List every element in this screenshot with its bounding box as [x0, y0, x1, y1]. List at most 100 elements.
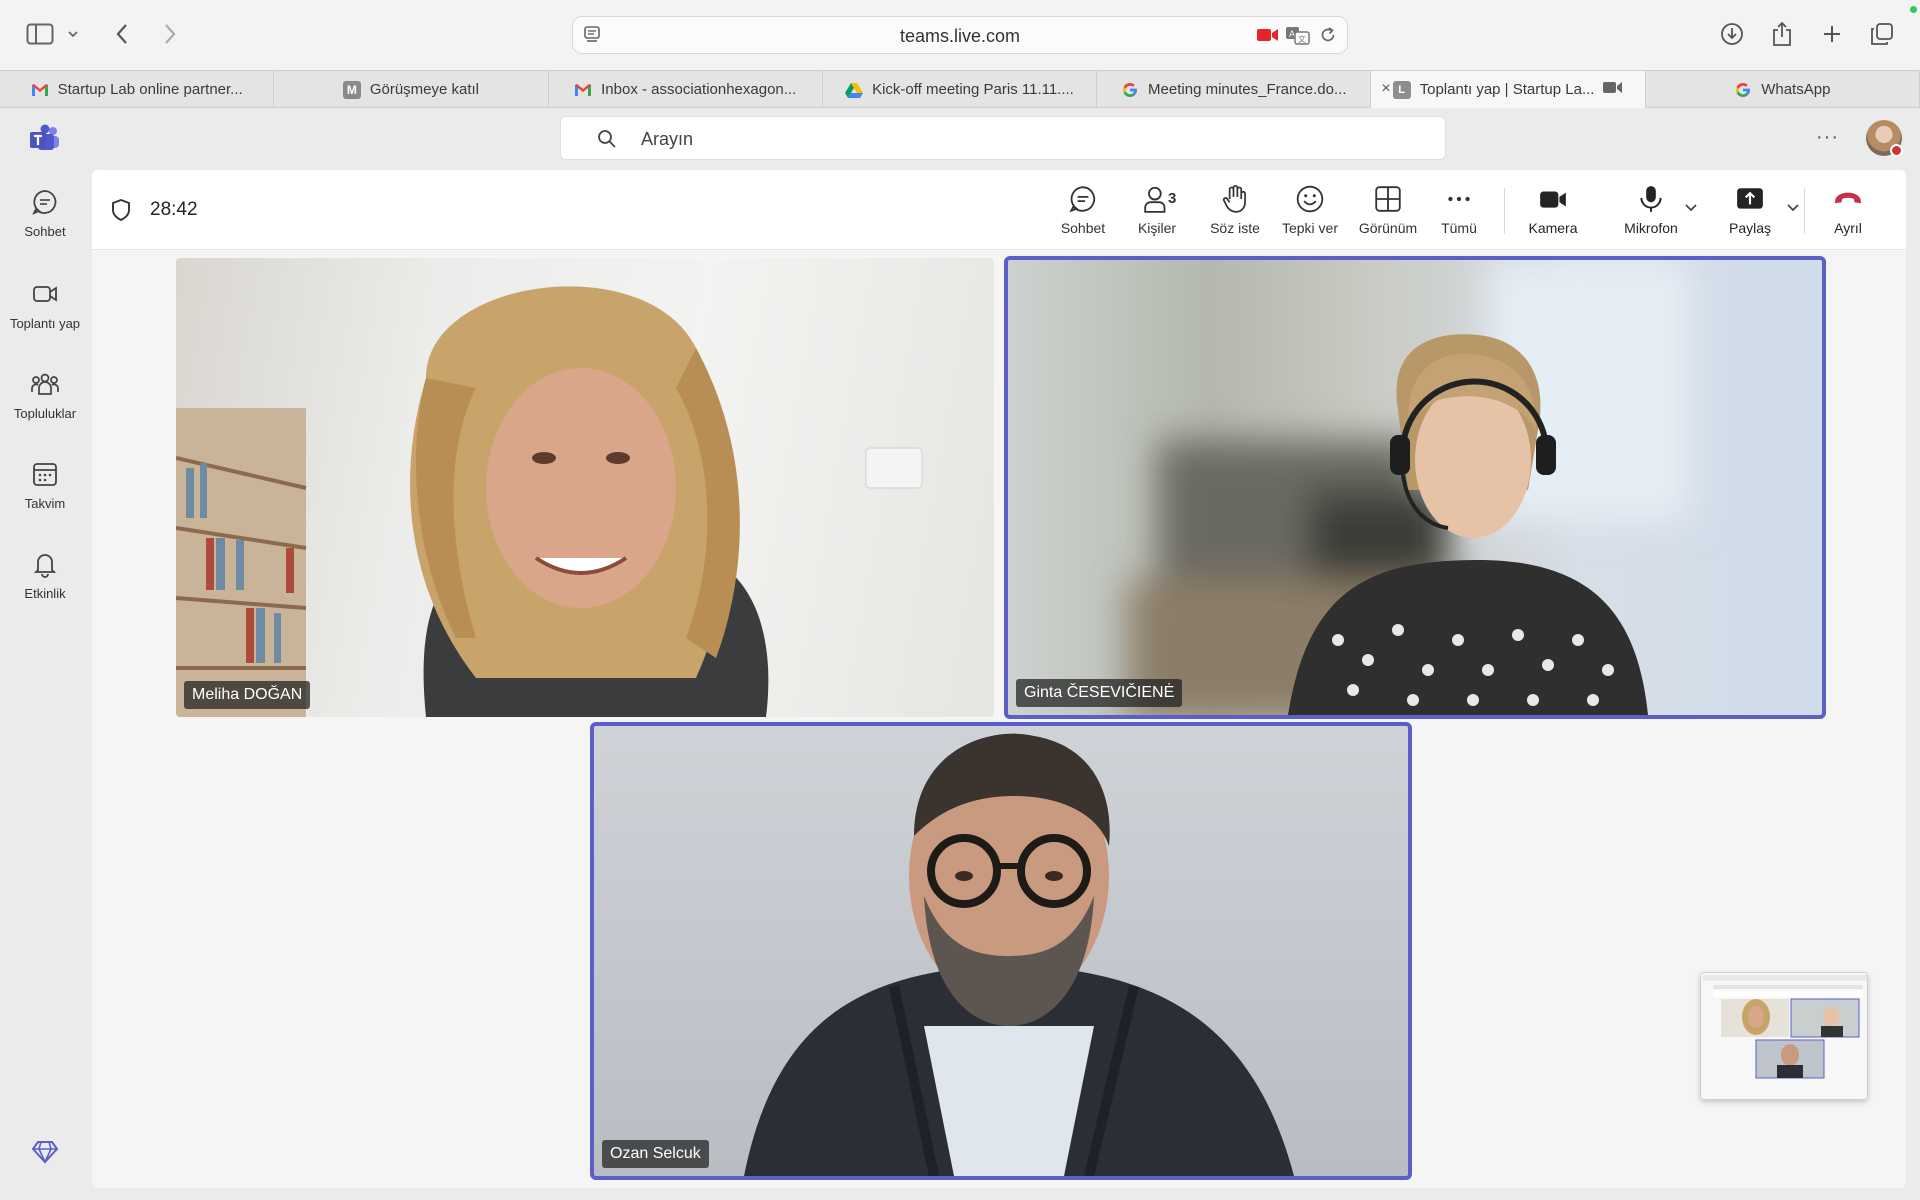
tab-whatsapp[interactable]: WhatsApp: [1646, 71, 1920, 108]
hang-up-icon: [1835, 192, 1861, 204]
teams-app: Sohbet Toplantı yap Topluluklar Takvim E…: [0, 108, 1920, 1200]
l-icon: L: [1392, 80, 1411, 99]
back-icon[interactable]: [106, 18, 138, 50]
participant-video-frame: [744, 733, 1294, 1176]
self-view-thumbnail[interactable]: [1700, 972, 1868, 1100]
microphone-label: Mikrofon: [1624, 220, 1678, 236]
gmail-icon: [31, 81, 49, 99]
leave-button[interactable]: Ayrıl: [1818, 184, 1878, 236]
camera-label: Kamera: [1528, 220, 1578, 236]
meeting-controls-bar: 28:42 Sohbet 3 Kişiler Söz iste Tepki ve…: [92, 170, 1906, 250]
rail-chat-label: Sohbet: [24, 224, 66, 239]
tab-teams-meeting[interactable]: × L Toplantı yap | Startup La...: [1371, 71, 1646, 108]
tab-startup-lab[interactable]: Startup Lab online partner...: [0, 71, 275, 108]
calendar-icon: [33, 463, 57, 486]
participant-name: Ginta ČESEVIČIENĖ: [1016, 679, 1183, 707]
participant-name: Ozan Selcuk: [602, 1140, 709, 1168]
more-options-button[interactable]: ···: [1816, 126, 1839, 149]
camera-in-use-icon: [1603, 81, 1623, 98]
bell-icon: [33, 554, 57, 578]
raise-hand-label: Söz iste: [1210, 220, 1260, 236]
react-label: Tepki ver: [1281, 220, 1339, 236]
participant-video-frame: [176, 286, 923, 717]
more-label: Tümü: [1441, 220, 1477, 236]
people-label: Kişiler: [1137, 220, 1177, 236]
chat-button[interactable]: Sohbet: [1052, 184, 1114, 236]
share-button[interactable]: Paylaş: [1718, 184, 1782, 236]
rail-communities[interactable]: Topluluklar: [0, 370, 90, 421]
status-badge: [1890, 144, 1903, 157]
forward-icon[interactable]: [154, 18, 186, 50]
google-icon: [1121, 81, 1139, 99]
translate-icon[interactable]: A文: [1285, 26, 1311, 51]
people-button[interactable]: 3 Kişiler: [1126, 184, 1188, 236]
tab-inbox[interactable]: Inbox - associationhexagon...: [549, 71, 823, 108]
recording-indicator: [1910, 6, 1917, 13]
tab-label: Inbox - associationhexagon...: [601, 81, 797, 98]
react-button[interactable]: Tepki ver: [1270, 184, 1350, 236]
divider: [1504, 188, 1505, 234]
camera-button[interactable]: Kamera: [1520, 184, 1586, 236]
smiley-icon: [1296, 185, 1324, 213]
participant-name: Meliha DOĞAN: [184, 681, 311, 709]
participant-video-tile[interactable]: Meliha DOĞAN: [176, 258, 994, 717]
chat-icon: [1069, 186, 1096, 213]
tab-join-meeting[interactable]: M Görüşmeye katıl: [274, 71, 549, 108]
tab-bar: Startup Lab online partner... M Görüşmey…: [0, 70, 1920, 108]
gmail-icon: [574, 81, 592, 99]
more-icon: [1448, 196, 1470, 202]
share-icon[interactable]: [1766, 18, 1798, 50]
browser-toolbar: teams.live.com A文: [0, 0, 1920, 70]
raise-hand-button[interactable]: Söz iste: [1198, 184, 1272, 236]
participant-video-tile[interactable]: Ozan Selcuk: [590, 722, 1412, 1180]
tab-overview-icon[interactable]: [1866, 18, 1898, 50]
teams-logo-icon: [30, 124, 60, 157]
tab-label: Görüşmeye katıl: [369, 81, 480, 98]
app-rail: Sohbet Toplantı yap Topluluklar Takvim E…: [0, 108, 90, 1200]
leave-label: Ayrıl: [1834, 220, 1862, 236]
download-icon[interactable]: [1716, 18, 1748, 50]
rail-activity[interactable]: Etkinlik: [0, 550, 90, 601]
search-box[interactable]: Arayın: [560, 116, 1446, 160]
participant-video-frame: [1128, 260, 1688, 715]
rail-meet[interactable]: Toplantı yap: [0, 280, 90, 331]
close-tab-icon[interactable]: ×: [1381, 80, 1390, 98]
more-button[interactable]: Tümü: [1430, 184, 1488, 236]
premium-diamond-icon[interactable]: [31, 1140, 59, 1169]
grid-view-icon: [1375, 186, 1401, 212]
meeting-stage: 28:42 Sohbet 3 Kişiler Söz iste Tepki ve…: [92, 170, 1906, 1188]
rail-chat[interactable]: Sohbet: [0, 188, 90, 239]
shield-icon[interactable]: [110, 198, 132, 227]
participant-video-tile[interactable]: Ginta ČESEVIČIENĖ: [1004, 256, 1826, 719]
sidebar-toggle-icon[interactable]: [24, 18, 56, 50]
hand-icon: [1222, 184, 1246, 213]
address-bar[interactable]: teams.live.com A文: [572, 16, 1348, 54]
rail-calendar[interactable]: Takvim: [0, 460, 90, 511]
reload-icon[interactable]: [1319, 26, 1337, 49]
chat-icon: [32, 190, 57, 215]
rail-meet-label: Toplantı yap: [9, 316, 81, 331]
camera-options-chevron-icon[interactable]: [1684, 200, 1698, 218]
tab-label: Toplantı yap | Startup La...: [1419, 81, 1595, 98]
tab-label: Meeting minutes_France.do...: [1148, 81, 1347, 98]
people-count: 3: [1168, 190, 1177, 207]
camera-recording-icon[interactable]: [1257, 28, 1279, 47]
tab-label: Startup Lab online partner...: [57, 81, 243, 98]
chevron-down-icon[interactable]: [62, 18, 84, 50]
self-view-frame: [1701, 973, 1867, 1099]
rail-activity-label: Etkinlik: [24, 586, 66, 601]
microphone-options-chevron-icon[interactable]: [1786, 200, 1800, 218]
tab-label: Kick-off meeting Paris 11.11....: [872, 81, 1074, 98]
tab-meeting-minutes[interactable]: Meeting minutes_France.do...: [1097, 71, 1372, 108]
microphone-button[interactable]: Mikrofon: [1616, 184, 1686, 236]
communities-icon: [31, 373, 59, 395]
search-icon: [597, 129, 617, 154]
meeting-timer: 28:42: [150, 199, 198, 220]
url-text: teams.live.com: [899, 26, 1021, 46]
new-tab-icon[interactable]: [1816, 18, 1848, 50]
tab-kickoff[interactable]: Kick-off meeting Paris 11.11....: [823, 71, 1098, 108]
share-label: Paylaş: [1728, 220, 1772, 236]
search-placeholder: Arayın: [641, 129, 694, 149]
svg-text:文: 文: [1298, 34, 1306, 44]
view-button[interactable]: Görünüm: [1346, 184, 1430, 236]
